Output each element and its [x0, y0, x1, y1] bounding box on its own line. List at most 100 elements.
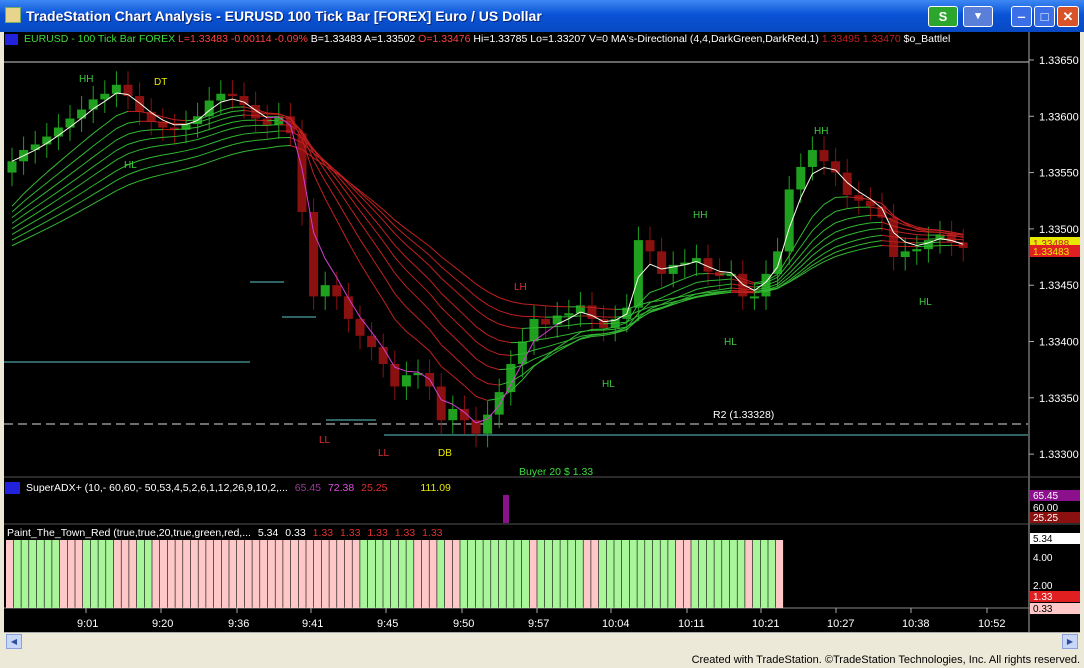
chart-area[interactable]: 1.33650 1.33600 1.33550 1.33500 1.33450 1.334… — [4, 32, 1080, 632]
paint-bar-red — [121, 540, 129, 608]
title-bar[interactable]: TradeStation Chart Analysis - EURUSD 100… — [0, 0, 1084, 32]
ma-ribbon-segment — [151, 144, 163, 148]
ma-ribbon-segment — [696, 286, 709, 290]
ma-ribbon-segment — [823, 246, 836, 254]
ma-ribbon-segment — [104, 190, 117, 198]
ma-ribbon-segment — [232, 141, 245, 146]
ma-ribbon-segment — [255, 131, 268, 134]
paint-bar-red — [160, 540, 168, 608]
ma-ribbon-segment — [464, 314, 477, 327]
ma-ribbon-segment — [34, 228, 48, 235]
minimize-button[interactable]: ‒ — [1011, 6, 1032, 27]
ma-ribbon-segment — [197, 135, 210, 140]
scroll-left-arrow-icon[interactable]: ◀ — [6, 634, 22, 649]
time-axis-label: 9:57 — [528, 618, 549, 630]
ma-ribbon-segment — [243, 132, 256, 135]
ma-ribbon-segment — [440, 277, 454, 289]
ma-ribbon-segment — [232, 109, 245, 113]
horizontal-scrollbar[interactable]: ◀ ▶ — [4, 632, 1080, 650]
chart-canvas[interactable]: 1.336501.336001.335501.335001.334501.334… — [4, 32, 1080, 632]
ma-ribbon-segment — [835, 242, 848, 248]
ma-ribbon-segment — [34, 206, 48, 215]
down-candle — [309, 211, 319, 297]
ma-ribbon-segment — [475, 296, 488, 306]
ma-ribbon-segment — [847, 249, 859, 254]
ma-ribbon-segment — [104, 139, 117, 149]
ma-ribbon-segment — [858, 222, 871, 226]
ma-ribbon-segment — [684, 273, 697, 280]
ma-ribbon-segment — [139, 146, 152, 151]
paint-bar-green — [491, 540, 499, 608]
ma-ribbon-segment — [139, 176, 152, 182]
ma-ribbon-segment — [510, 326, 523, 329]
paint-bar-red — [129, 540, 137, 608]
ma-ribbon-segment — [452, 288, 465, 300]
swing-label: DT — [154, 77, 167, 88]
ma-ribbon-segment — [545, 336, 558, 340]
ma-ribbon-segment — [440, 365, 454, 377]
maximize-button[interactable]: □ — [1034, 6, 1055, 27]
paint-bar-green — [98, 540, 106, 608]
swing-label: HH — [79, 74, 93, 85]
ma-ribbon-segment — [823, 222, 836, 231]
paint-bar-green — [90, 540, 98, 608]
ma-ribbon-segment — [23, 220, 36, 229]
paint-bar-green — [691, 540, 699, 608]
ma-ribbon-segment — [81, 166, 94, 176]
ma-ribbon-segment — [382, 220, 396, 235]
ma-ribbon-segment — [858, 214, 871, 218]
s-button[interactable]: S — [928, 6, 958, 27]
paint-bar-red — [352, 540, 360, 608]
ma-ribbon-segment — [499, 297, 511, 303]
ma-value-1: 1.33495 — [821, 33, 860, 45]
ma-ribbon-segment — [394, 272, 407, 288]
close-button[interactable]: ✕ — [1057, 6, 1079, 27]
ma-ribbon-segment — [557, 324, 569, 327]
window-title: TradeStation Chart Analysis - EURUSD 100… — [26, 8, 542, 24]
scroll-right-arrow-icon[interactable]: ▶ — [1062, 634, 1078, 649]
ma-ribbon-segment — [185, 165, 198, 170]
ma-ribbon-segment — [417, 268, 430, 281]
ma-ribbon-segment — [464, 274, 477, 285]
ma-ribbon-segment — [127, 149, 140, 155]
price-axis-label: 1.33450 — [1039, 280, 1079, 292]
paint-bar-green — [752, 540, 760, 608]
ma-ribbon-segment — [104, 180, 117, 188]
ma-ribbon-segment — [545, 348, 558, 355]
paint-bar-red — [321, 540, 329, 608]
paint-bar-green — [21, 540, 29, 608]
ma-ribbon-segment — [81, 156, 94, 167]
ma-ribbon-segment — [452, 355, 465, 367]
ma-ribbon-segment — [939, 234, 952, 237]
up-candle — [401, 375, 411, 387]
ma-ribbon-segment — [116, 110, 129, 117]
paint-bar-red — [244, 540, 252, 608]
paint-bar-red — [591, 540, 599, 608]
ma-ribbon-segment — [707, 279, 720, 282]
ma-ribbon-segment — [11, 227, 24, 235]
fast-ma-segment — [324, 258, 338, 278]
ma-ribbon-segment — [220, 111, 233, 116]
tools-dropdown-button[interactable]: ▾ — [963, 6, 993, 27]
ma-ribbon-segment — [92, 136, 106, 147]
ma-ribbon-segment — [788, 254, 802, 269]
bid-value: B=1.33483 — [310, 33, 362, 45]
paint-bar-red — [444, 540, 452, 608]
ma-ribbon-segment — [81, 133, 94, 144]
ma-ribbon-segment — [116, 174, 129, 181]
ma-ribbon-segment — [116, 153, 129, 161]
ma-ribbon-segment — [174, 150, 187, 154]
ma-ribbon-segment — [359, 190, 372, 201]
ma-ribbon-segment — [58, 152, 71, 163]
ma-ribbon-segment — [162, 171, 175, 175]
ma-ribbon-segment — [197, 128, 210, 134]
ma-ribbon-segment — [58, 207, 71, 216]
paint-bar-green — [537, 540, 545, 608]
ma-ribbon-segment — [151, 173, 163, 178]
paint-bar-red — [221, 540, 229, 608]
ma-ribbon-segment — [81, 145, 94, 156]
ma-ribbon-segment — [417, 237, 430, 247]
paint-bar-green — [622, 540, 630, 608]
ma-ribbon-segment — [452, 335, 465, 348]
ma-ribbon-segment — [209, 119, 221, 125]
